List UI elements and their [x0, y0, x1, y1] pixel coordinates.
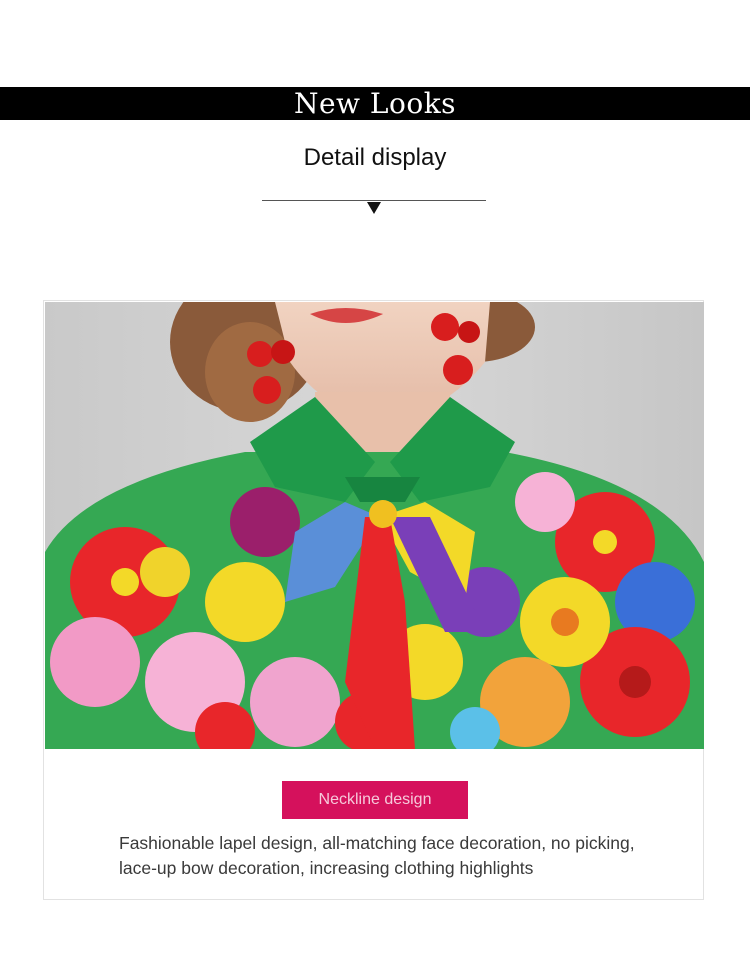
divider-line	[262, 200, 486, 201]
product-photo	[45, 302, 704, 749]
banner-title: New Looks	[293, 87, 457, 120]
neckline-design-tag: Neckline design	[282, 781, 468, 819]
down-arrow-icon	[367, 202, 381, 214]
detail-card: Neckline design Fashionable lapel design…	[43, 300, 704, 900]
section-title: Detail display	[303, 144, 447, 171]
detail-description: Fashionable lapel design, all-matching f…	[119, 833, 635, 878]
header-banner: New Looks	[0, 87, 750, 120]
product-photo-graphic	[45, 302, 704, 749]
